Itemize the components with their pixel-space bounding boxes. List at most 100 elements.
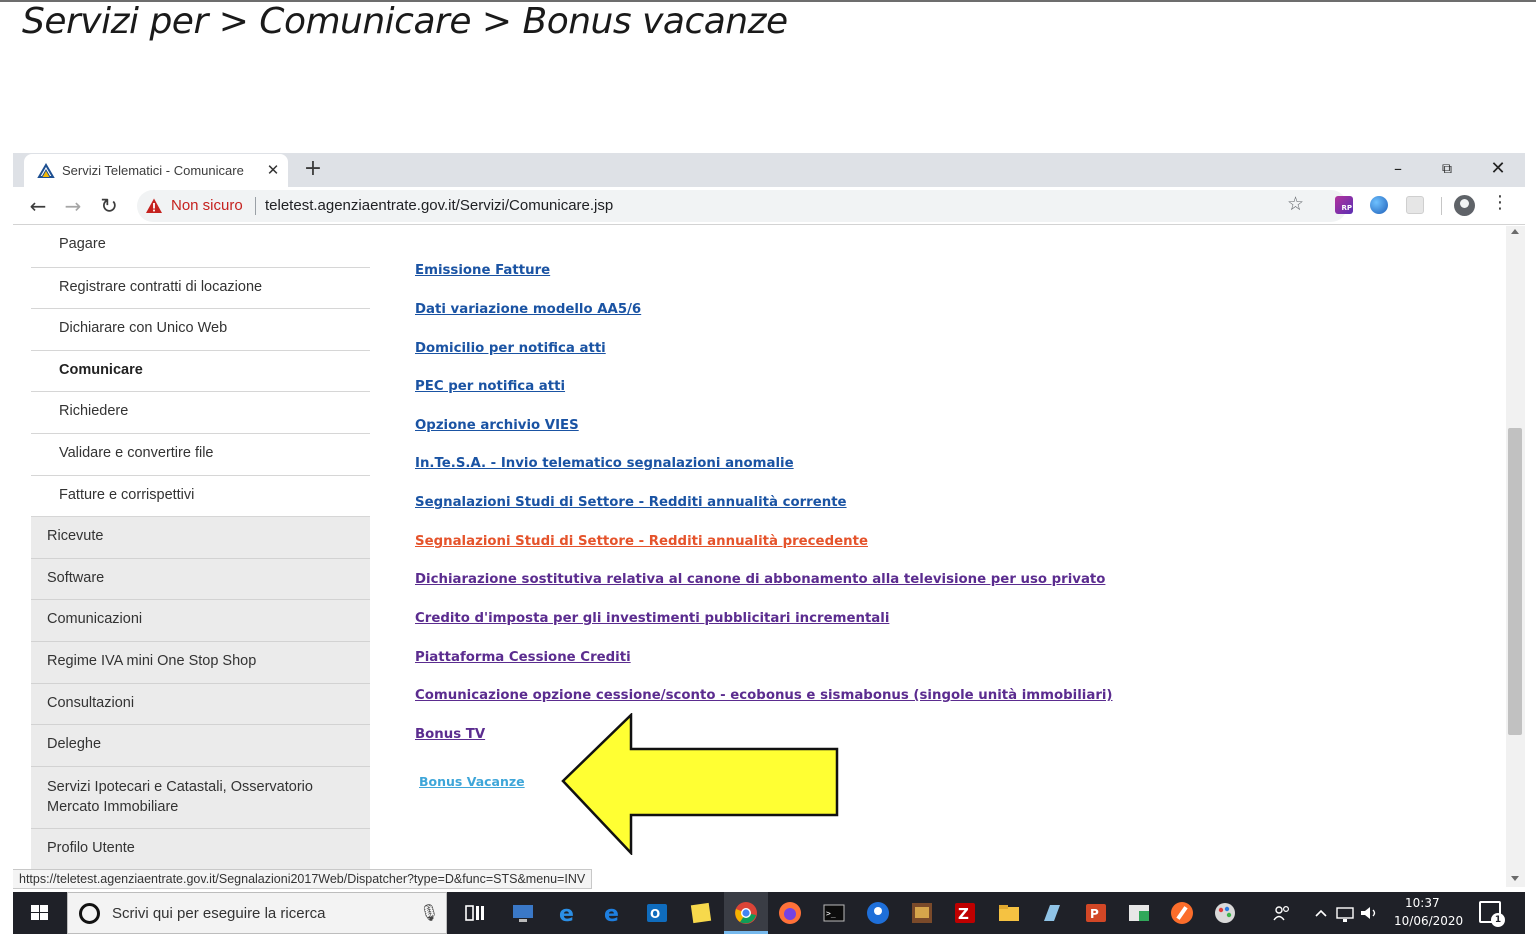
browser-tab[interactable]: Servizi Telematici - Comunicare ✕ [24,154,288,187]
agenzia-entrate-favicon-icon [37,163,55,178]
link-domicilio-notifica[interactable]: Domicilio per notifica atti [415,341,606,356]
link-dati-variazione[interactable]: Dati variazione modello AA5/6 [415,302,641,317]
sidebar-item-regime-iva[interactable]: Regime IVA mini One Stop Shop [31,641,370,684]
tab-strip: Servizi Telematici - Comunicare ✕ + – ⧉ … [13,153,1525,187]
clock-time[interactable]: 10:37 [1405,896,1440,910]
scrollbar-thumb[interactable] [1508,428,1522,735]
sticky-notes-icon[interactable] [689,901,713,925]
web-page: Pagare Registrare contratti di locazione… [13,226,1506,934]
sidebar-item-label: Fatture e corrispettivi [59,486,195,503]
sidebar-item-label: Ricevute [47,528,104,545]
file-explorer-icon[interactable] [997,901,1021,925]
svg-text:>_: >_ [826,909,836,918]
sidebar-item-pagare[interactable]: Pagare [31,226,370,268]
taskbar-search[interactable]: Scrivi qui per eseguire la ricerca 🎙 [67,892,447,934]
link-bonus-tv[interactable]: Bonus TV [415,727,485,742]
blank-extension-icon[interactable] [1406,196,1424,214]
brave-icon[interactable] [1170,901,1194,925]
warning-icon [146,198,162,213]
tab-close-icon[interactable]: ✕ [264,160,282,180]
terminal-icon[interactable]: >_ [822,901,846,925]
scroll-up-icon[interactable] [1511,229,1519,234]
sidebar-item-software[interactable]: Software [31,558,370,601]
sidebar-item-fatture[interactable]: Fatture e corrispettivi [31,475,370,518]
internet-explorer-icon[interactable]: e [556,901,580,925]
restore-button[interactable]: ⧉ [1424,155,1470,183]
profile-avatar-icon[interactable] [1454,195,1475,216]
sidebar-item-dichiarare-unico[interactable]: Dichiarare con Unico Web [31,309,370,351]
sidebar-item-deleghe[interactable]: Deleghe [31,725,370,767]
sidebar-item-label: Richiedere [59,403,129,420]
sidebar-item-servizi-ipotecari[interactable]: Servizi Ipotecari e Catastali, Osservato… [31,766,370,829]
sidebar-item-label: Pagare [59,236,106,252]
vertical-scrollbar[interactable] [1506,226,1525,887]
forward-button[interactable]: → [60,193,86,219]
yellow-arrow-icon [561,713,839,855]
microphone-icon[interactable]: 🎙 [419,903,439,922]
link-bonus-vacanze[interactable]: Bonus Vacanze [419,774,525,789]
sidebar-item-label: Servizi Ipotecari e Catastali, Osservato… [47,778,313,816]
globe-extension-icon[interactable] [1370,196,1388,214]
sidebar-item-label: Comunicare [59,361,143,378]
svg-text:e: e [559,902,574,925]
chrome-icon[interactable] [734,901,758,925]
task-view-icon[interactable] [463,901,487,925]
url-text[interactable]: teletest.agenziaentrate.gov.it/Servizi/C… [265,197,613,214]
sidebar-item-label: Comunicazioni [47,611,143,628]
sidebar-item-profilo-utente[interactable]: Profilo Utente [31,828,370,871]
sidebar-item-comunicare[interactable]: Comunicare [31,350,370,393]
sidebar-item-validare[interactable]: Validare e convertire file [31,433,370,476]
link-emissione-fatture[interactable]: Emissione Fatture [415,263,550,278]
scroll-down-icon[interactable] [1511,876,1519,881]
link-pec-notifica[interactable]: PEC per notifica atti [415,379,565,394]
maps-icon[interactable] [866,901,890,925]
filezilla-icon[interactable]: Z [953,901,977,925]
volume-icon[interactable] [1358,901,1380,925]
sidebar-item-label: Consultazioni [47,694,135,711]
link-credito-imposta[interactable]: Credito d'imposta per gli investimenti p… [415,611,889,626]
sidebar-item-richiedere[interactable]: Richiedere [31,392,370,434]
close-window-button[interactable]: ✕ [1475,155,1521,183]
svg-text:Z: Z [958,905,969,923]
minimize-button[interactable]: – [1375,155,1421,183]
link-intesa[interactable]: In.Te.S.A. - Invio telematico segnalazio… [415,456,794,471]
rp-extension-icon[interactable]: RP [1335,196,1353,214]
project-icon[interactable] [1127,901,1151,925]
firefox-icon[interactable] [778,901,802,925]
chevron-up-icon[interactable] [1313,901,1329,925]
game-icon[interactable] [910,901,934,925]
address-bar[interactable]: Non sicuro teletest.agenziaentrate.gov.i… [137,190,1347,222]
bookmark-star-icon[interactable]: ☆ [1287,193,1304,215]
outlook-icon[interactable]: O [645,901,669,925]
cortana-icon [79,903,100,924]
chrome-menu-icon[interactable]: ⋮ [1491,192,1509,213]
remote-desktop-icon[interactable] [511,901,535,925]
not-secure-label[interactable]: Non sicuro [171,197,243,214]
sidebar-item-consultazioni[interactable]: Consultazioni [31,683,370,726]
svg-text:P: P [1090,907,1099,921]
paint-icon[interactable] [1213,901,1237,925]
link-cessione-crediti[interactable]: Piattaforma Cessione Crediti [415,650,631,665]
back-button[interactable]: ← [25,193,51,219]
windows-logo-icon [31,905,49,921]
link-opzione-vies[interactable]: Opzione archivio VIES [415,418,579,433]
sidebar-item-label: Deleghe [47,736,102,753]
link-studi-settore-precedente[interactable]: Segnalazioni Studi di Settore - Redditi … [415,534,868,549]
link-canone-tv[interactable]: Dichiarazione sostitutiva relativa al ca… [415,572,1105,587]
powerpoint-icon[interactable]: P [1084,901,1108,925]
svg-text:e: e [604,902,619,925]
notification-badge: 1 [1491,913,1505,927]
link-ecobonus[interactable]: Comunicazione opzione cessione/sconto - … [415,688,1113,703]
link-studi-settore-corrente[interactable]: Segnalazioni Studi di Settore - Redditi … [415,495,847,510]
network-icon[interactable] [1335,901,1357,925]
sidebar-item-registrare-contratti[interactable]: Registrare contratti di locazione [31,267,370,310]
clock-date[interactable]: 10/06/2020 [1394,914,1463,928]
sidebar-item-comunicazioni[interactable]: Comunicazioni [31,600,370,642]
new-tab-button[interactable]: + [301,157,325,181]
tool-icon[interactable] [1040,901,1064,925]
sidebar-item-ricevute[interactable]: Ricevute [31,517,370,559]
people-icon[interactable] [1272,901,1292,925]
edge-icon[interactable]: e [601,901,625,925]
reload-button[interactable]: ↻ [96,193,122,219]
start-button[interactable] [13,892,65,934]
